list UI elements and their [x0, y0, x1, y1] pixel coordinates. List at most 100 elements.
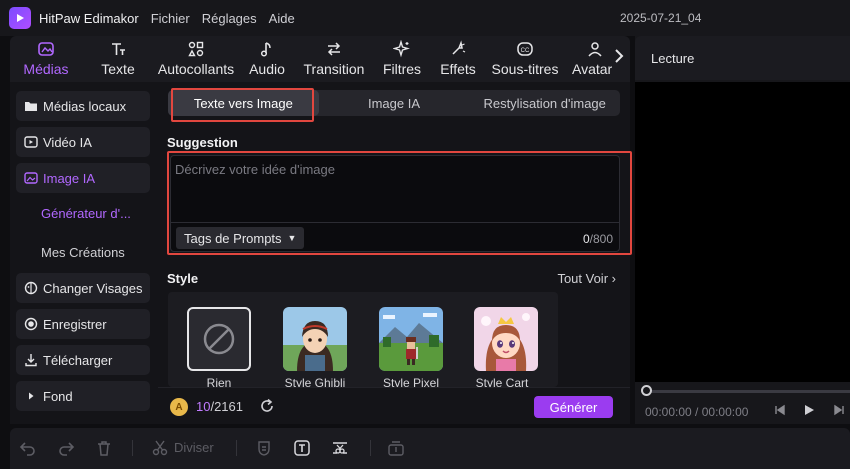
- sidebar-subitem-generateur[interactable]: Générateur d'...: [41, 206, 131, 221]
- scissors-icon[interactable]: [150, 438, 170, 458]
- timecode-current: 00:00:00: [645, 405, 692, 419]
- credit-balance: 10/2161: [196, 399, 243, 414]
- playhead-handle[interactable]: [641, 385, 652, 396]
- tab-label: Avatar: [572, 61, 612, 77]
- folder-icon: [24, 99, 38, 113]
- text-box-icon[interactable]: [292, 438, 312, 458]
- playback-scrubber[interactable]: [645, 390, 850, 393]
- split-label[interactable]: Diviser: [174, 440, 214, 455]
- sidebar-item-video-ia[interactable]: Vidéo IA: [16, 127, 150, 157]
- cartoon-style-thumbnail: [474, 307, 538, 371]
- sidebar-item-label: Changer Visages: [43, 280, 143, 296]
- sidebar-item-enregistrer[interactable]: Enregistrer: [16, 309, 150, 339]
- effects-icon: [449, 40, 467, 58]
- sidebar-item-label: Médias locaux: [43, 98, 127, 114]
- sidebar-item-image-ia[interactable]: Image IA: [16, 163, 150, 193]
- tab-label: Médias: [23, 61, 69, 77]
- play-icon[interactable]: [803, 404, 815, 419]
- step-back-icon[interactable]: [774, 404, 786, 419]
- style-option-label: Rien: [206, 376, 232, 387]
- credits-total: /2161: [210, 399, 244, 414]
- tab-sous-titres[interactable]: CC Sous-titres: [484, 36, 566, 82]
- style-option-none[interactable]: [187, 307, 251, 371]
- text-icon: [109, 40, 127, 58]
- tab-autocollants[interactable]: Autocollants: [154, 36, 238, 82]
- menu-aide[interactable]: Aide: [269, 11, 295, 26]
- ai-image-panel: Texte vers Image Image IA Restylisation …: [158, 82, 632, 424]
- tab-effets[interactable]: Effets: [432, 36, 484, 82]
- redo-icon[interactable]: [56, 438, 76, 458]
- generate-bar: A 10/2161 Générer: [158, 387, 630, 424]
- timeline-toolbar: Diviser: [10, 428, 850, 469]
- music-note-icon: [258, 40, 276, 58]
- divider: [171, 222, 619, 223]
- see-all-label: Tout Voir: [557, 271, 609, 286]
- refresh-icon[interactable]: [258, 397, 276, 415]
- style-option-label: Style Ghibli: [284, 376, 346, 387]
- prompt-section-title: Suggestion: [167, 135, 238, 150]
- sidebar-item-fond[interactable]: Fond: [16, 381, 150, 411]
- step-forward-icon[interactable]: [833, 404, 845, 419]
- app-title: HitPaw Edimakor: [39, 10, 139, 26]
- undo-icon[interactable]: [18, 438, 38, 458]
- divider: [132, 440, 133, 456]
- sidebar-item-changer-visages[interactable]: Changer Visages: [16, 273, 150, 303]
- mask-icon[interactable]: [254, 438, 274, 458]
- tab-filtres[interactable]: Filtres: [372, 36, 432, 82]
- chevron-right-icon[interactable]: [614, 48, 624, 69]
- generation-mode-tabs: Texte vers Image Image IA Restylisation …: [168, 90, 620, 116]
- no-style-icon: [203, 323, 235, 355]
- face-swap-icon: [24, 281, 38, 295]
- sidebar-subitem-mes-creations[interactable]: Mes Créations: [41, 245, 125, 260]
- sidebar-item-label: Vidéo IA: [43, 134, 92, 150]
- style-option-label: Style Cart: [475, 376, 529, 387]
- tab-restylisation[interactable]: Restylisation d'image: [469, 90, 620, 116]
- stickers-icon: [187, 40, 205, 58]
- credits-current: 10: [196, 399, 211, 414]
- tab-transition[interactable]: Transition: [296, 36, 372, 82]
- style-option-label: Style Pixel: [382, 376, 440, 387]
- sidebar-item-medias-locaux[interactable]: Médias locaux: [16, 91, 150, 121]
- tab-audio[interactable]: Audio: [238, 36, 296, 82]
- see-all-link[interactable]: Tout Voir ›: [557, 271, 616, 286]
- tab-texte[interactable]: Texte: [82, 36, 154, 82]
- style-options: Rien Style Ghibli Style Pixel Style Cart: [168, 292, 558, 387]
- menu-reglages[interactable]: Réglages: [202, 11, 257, 26]
- cut-clip-icon[interactable]: [330, 438, 350, 458]
- divider: [370, 440, 371, 456]
- pixel-style-thumbnail: [379, 307, 443, 371]
- sidebar-item-label: Image IA: [43, 170, 96, 186]
- sparkle-icon: [393, 40, 411, 58]
- tab-label: Autocollants: [157, 61, 235, 77]
- caret-right-icon: [24, 389, 38, 403]
- timecode-separator: /: [691, 405, 702, 419]
- transition-icon: [325, 40, 343, 58]
- download-icon: [24, 353, 38, 367]
- tab-label: Audio: [249, 61, 285, 77]
- prompt-input[interactable]: [171, 156, 619, 220]
- tab-image-ia[interactable]: Image IA: [319, 90, 470, 116]
- export-clip-icon[interactable]: [386, 438, 406, 458]
- character-max: /800: [589, 232, 613, 246]
- timecode: 00:00:00 / 00:00:00: [645, 405, 748, 419]
- media-sidebar: Médias locaux Vidéo IA Image IA Générate…: [10, 82, 158, 424]
- tab-avatar[interactable]: Avatar: [566, 36, 612, 82]
- sidebar-item-telecharger[interactable]: Télécharger: [16, 345, 150, 375]
- style-option-cartoon[interactable]: [474, 307, 538, 371]
- character-counter: 0/800: [583, 232, 613, 246]
- menu-fichier[interactable]: Fichier: [151, 11, 190, 26]
- tab-label: Filtres: [382, 61, 422, 77]
- character-count: 0: [582, 232, 590, 246]
- prompt-tags-dropdown[interactable]: Tags de Prompts ▼: [176, 227, 305, 249]
- record-icon: [24, 317, 38, 331]
- tab-texte-vers-image[interactable]: Texte vers Image: [168, 90, 319, 116]
- sidebar-item-label: Télécharger: [43, 352, 113, 368]
- ai-video-icon: [24, 135, 38, 149]
- ghibli-style-thumbnail: [283, 307, 347, 371]
- generate-button[interactable]: Générer: [534, 396, 613, 418]
- preview-title: Lecture: [651, 51, 695, 66]
- style-option-ghibli[interactable]: [283, 307, 347, 371]
- trash-icon[interactable]: [94, 438, 114, 458]
- tab-medias[interactable]: Médias: [10, 36, 82, 82]
- style-option-pixel[interactable]: [379, 307, 443, 371]
